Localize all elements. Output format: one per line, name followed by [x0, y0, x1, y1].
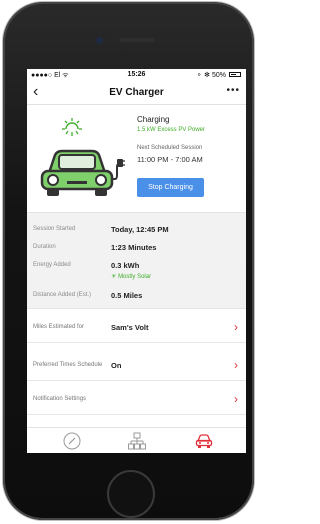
app-screen: ●●●●○ El ᯤ 15:26 ⚬ ✻ 50% ‹ EV Charger ••…	[27, 69, 246, 453]
duration-label: Duration	[33, 244, 56, 250]
stop-charging-button[interactable]: Stop Charging	[137, 178, 204, 197]
energy-source-label: Mostly Solar	[118, 274, 152, 280]
tab-bar	[27, 427, 246, 453]
page-title: EV Charger	[109, 87, 164, 98]
home-button[interactable]	[107, 470, 155, 518]
status-bar: ●●●●○ El ᯤ 15:26 ⚬ ✻ 50%	[27, 69, 246, 81]
chevron-right-icon: ›	[234, 320, 238, 334]
energy-added-label: Energy Added	[33, 262, 71, 268]
miles-estimated-value: Sam's Volt	[111, 323, 149, 332]
car-icon[interactable]	[195, 432, 213, 450]
notification-settings-row[interactable]: Notification Settings ›	[27, 385, 246, 415]
gauge-icon[interactable]	[63, 432, 81, 450]
distance-added-label: Distance Added (Est.)	[33, 292, 92, 298]
session-details: Session Started Today, 12:45 PM Duration…	[27, 212, 246, 309]
next-session-time: 11:00 PM - 7:00 AM	[137, 155, 203, 164]
miles-estimated-row[interactable]: Miles Estimated for Sam's Volt ›	[27, 313, 246, 343]
battery-percent: ⚬ ✻ 50%	[196, 72, 226, 79]
camera-dot	[96, 37, 103, 44]
chevron-right-icon: ›	[234, 392, 238, 406]
distance-added-value: 0.5 Miles	[111, 291, 143, 300]
energy-source: ☀ Mostly Solar	[111, 273, 151, 280]
charging-card: Charging 1.5 kW Excess PV Power Next Sch…	[27, 105, 246, 212]
next-session-label: Next Scheduled Session	[137, 145, 203, 151]
battery-icon	[229, 72, 241, 77]
preferred-times-label: Preferred Times Schedule	[33, 362, 103, 368]
ev-car-icon	[40, 149, 125, 196]
nav-bar: ‹ EV Charger •••	[27, 81, 246, 105]
more-icon[interactable]: •••	[226, 85, 240, 96]
session-started-label: Session Started	[33, 226, 76, 232]
charging-status: Charging	[137, 115, 170, 124]
sun-icon	[62, 118, 82, 136]
session-started-value: Today, 12:45 PM	[111, 225, 169, 234]
preferred-times-row[interactable]: Preferred Times Schedule On ›	[27, 351, 246, 381]
miles-estimated-label: Miles Estimated for	[33, 324, 85, 330]
network-icon[interactable]	[128, 432, 146, 450]
preferred-times-value: On	[111, 361, 122, 370]
energy-added-value: 0.3 kWh	[111, 261, 140, 270]
charging-power: 1.5 kW Excess PV Power	[137, 127, 206, 133]
solar-icon: ☀	[111, 274, 117, 280]
chevron-right-icon: ›	[234, 358, 238, 372]
speaker-slot	[119, 38, 155, 42]
notification-settings-label: Notification Settings	[33, 396, 87, 402]
duration-value: 1:23 Minutes	[111, 243, 157, 252]
